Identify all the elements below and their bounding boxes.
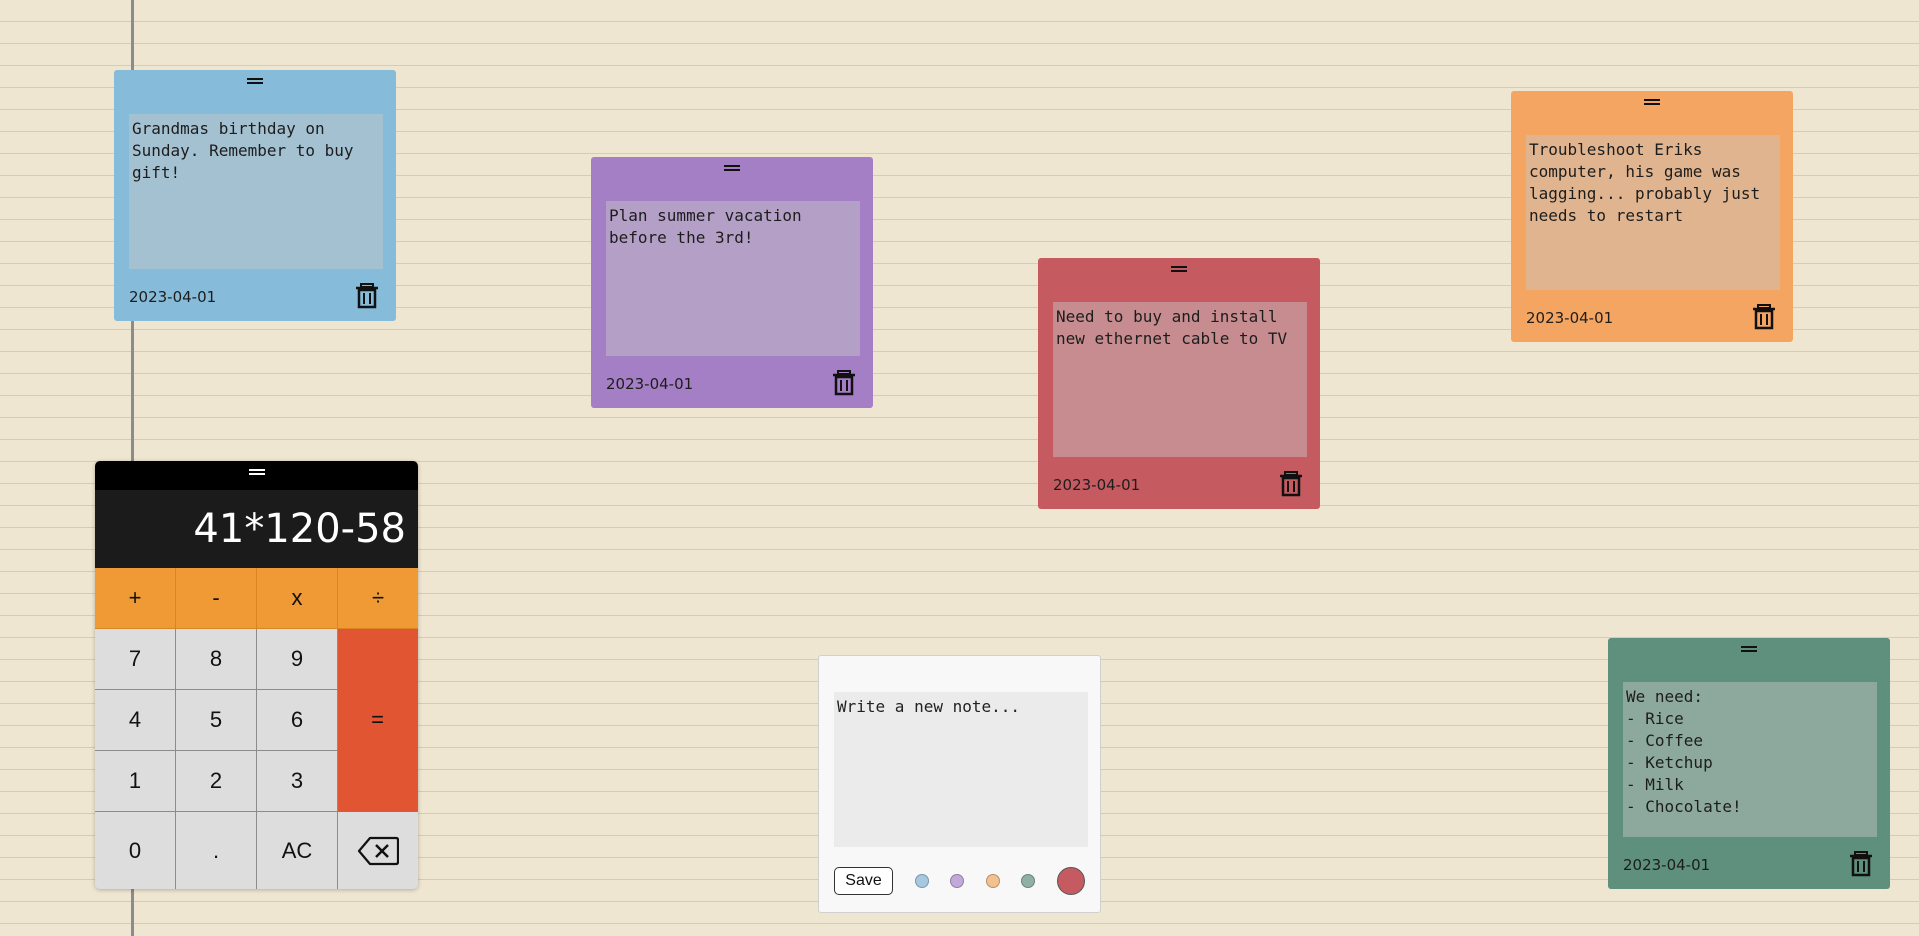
sticky-note[interactable]: Plan summer vacation before the 3rd! 202… — [591, 157, 873, 408]
calc-decimal-button[interactable]: . — [176, 812, 257, 889]
drag-handle-icon[interactable] — [724, 165, 740, 171]
note-date: 2023-04-01 — [1526, 309, 1614, 327]
note-date: 2023-04-01 — [606, 375, 694, 393]
note-date: 2023-04-01 — [1623, 856, 1711, 874]
calculator-widget: 41*120-58 + - x ÷ 7 8 9 4 5 6 1 2 3 = 0 … — [95, 461, 418, 889]
note-text[interactable]: Troubleshoot Eriks computer, his game wa… — [1526, 135, 1780, 290]
calc-2-button[interactable]: 2 — [176, 751, 257, 812]
trash-icon[interactable] — [1752, 304, 1776, 330]
new-note-composer: Save — [818, 655, 1101, 913]
new-note-input[interactable] — [834, 692, 1088, 847]
sticky-note[interactable]: Need to buy and install new ethernet cab… — [1038, 258, 1320, 509]
note-text[interactable]: We need: - Rice - Coffee - Ketchup - Mil… — [1623, 682, 1877, 837]
calc-multiply-button[interactable]: x — [257, 568, 338, 629]
color-swatch-blue[interactable] — [915, 874, 929, 888]
color-swatch-red-selected[interactable] — [1057, 867, 1085, 895]
color-swatch-green[interactable] — [1021, 874, 1035, 888]
color-swatch-purple[interactable] — [950, 874, 964, 888]
calc-minus-button[interactable]: - — [176, 568, 257, 629]
sticky-note[interactable]: Troubleshoot Eriks computer, his game wa… — [1511, 91, 1793, 342]
trash-icon[interactable] — [1849, 851, 1873, 877]
save-button[interactable]: Save — [834, 867, 893, 895]
note-date: 2023-04-01 — [129, 288, 217, 306]
calc-plus-button[interactable]: + — [95, 568, 176, 629]
calc-9-button[interactable]: 9 — [257, 629, 338, 690]
trash-icon[interactable] — [1279, 471, 1303, 497]
calc-8-button[interactable]: 8 — [176, 629, 257, 690]
calc-1-button[interactable]: 1 — [95, 751, 176, 812]
trash-icon[interactable] — [832, 370, 856, 396]
drag-handle-icon[interactable] — [1644, 99, 1660, 105]
sticky-note[interactable]: Grandmas birthday on Sunday. Remember to… — [114, 70, 396, 321]
note-date: 2023-04-01 — [1053, 476, 1141, 494]
calc-3-button[interactable]: 3 — [257, 751, 338, 812]
drag-handle-icon[interactable] — [247, 78, 263, 84]
calc-5-button[interactable]: 5 — [176, 690, 257, 751]
backspace-icon — [357, 836, 399, 865]
note-text[interactable]: Grandmas birthday on Sunday. Remember to… — [129, 114, 383, 269]
drag-handle-icon[interactable] — [1171, 266, 1187, 272]
color-swatch-orange[interactable] — [986, 874, 1000, 888]
calc-clear-button[interactable]: AC — [257, 812, 338, 889]
calc-backspace-button[interactable] — [338, 812, 418, 889]
drag-handle-icon[interactable] — [248, 469, 265, 475]
calc-equals-button[interactable]: = — [338, 629, 418, 812]
calc-4-button[interactable]: 4 — [95, 690, 176, 751]
calc-6-button[interactable]: 6 — [257, 690, 338, 751]
note-text[interactable]: Plan summer vacation before the 3rd! — [606, 201, 860, 356]
calc-divide-button[interactable]: ÷ — [338, 568, 418, 629]
calculator-display: 41*120-58 — [95, 490, 418, 568]
calc-7-button[interactable]: 7 — [95, 629, 176, 690]
trash-icon[interactable] — [355, 283, 379, 309]
calc-0-button[interactable]: 0 — [95, 812, 176, 889]
note-text[interactable]: Need to buy and install new ethernet cab… — [1053, 302, 1307, 457]
calculator-drag-bar[interactable] — [95, 461, 418, 490]
drag-handle-icon[interactable] — [1741, 646, 1757, 652]
sticky-note[interactable]: We need: - Rice - Coffee - Ketchup - Mil… — [1608, 638, 1890, 889]
